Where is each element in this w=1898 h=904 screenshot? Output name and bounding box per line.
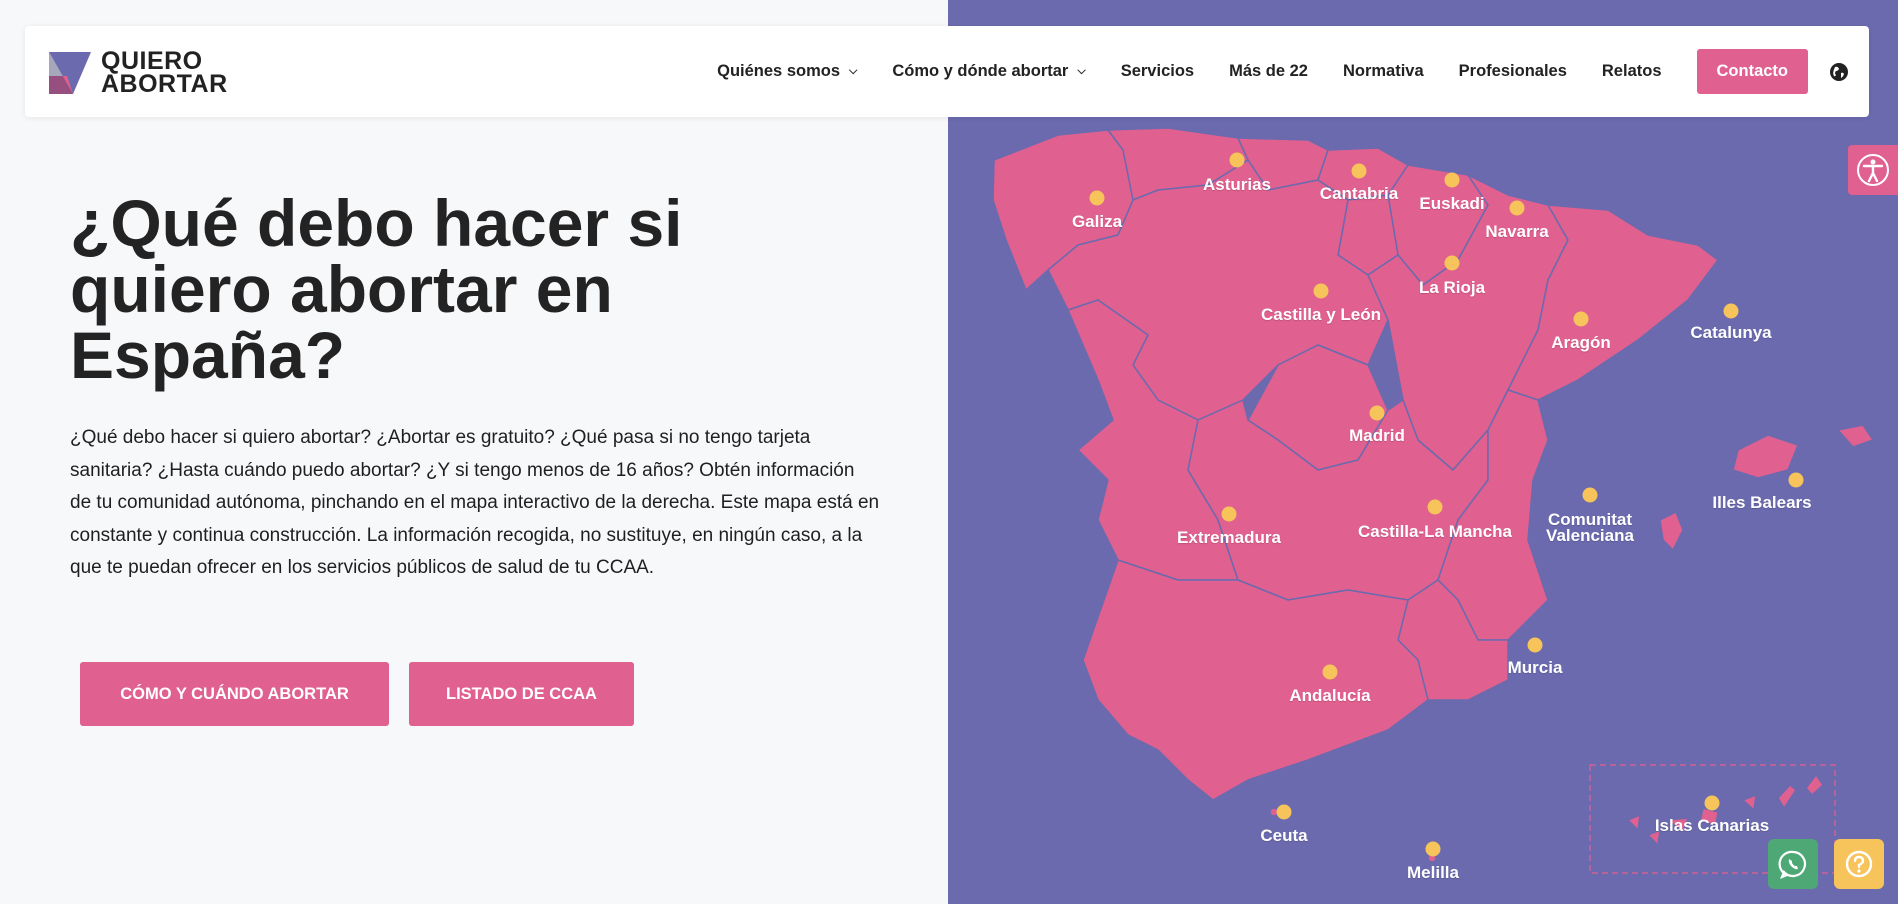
nav-label: Quiénes somos — [717, 62, 840, 80]
marker-islas-canarias[interactable] — [1704, 795, 1720, 811]
listado-de-ccaa-button[interactable]: LISTADO DE CCAA — [409, 662, 634, 726]
marker-melilla[interactable] — [1425, 841, 1441, 857]
region-label-melilla[interactable]: Melilla — [1407, 864, 1459, 881]
region-label-illes-balears[interactable]: Illes Balears — [1712, 494, 1811, 511]
marker-cantabria[interactable] — [1351, 163, 1367, 179]
nav-label: Cómo y dónde abortar — [892, 62, 1069, 80]
whatsapp-icon — [1778, 850, 1807, 879]
main-nav: Quiénes somos ⌵ Cómo y dónde abortar ⌵ S… — [717, 26, 1869, 117]
region-shape-illes-balears-ibiza[interactable] — [1659, 511, 1684, 551]
hero-description: ¿Qué debo hacer si quiero abortar? ¿Abor… — [70, 427, 880, 578]
region-label-castilla-y-leon[interactable]: Castilla y León — [1261, 306, 1381, 323]
whatsapp-button[interactable] — [1768, 839, 1818, 889]
site-header: QUIERO ABORTAR Quiénes somos ⌵ Cómo y dó… — [25, 26, 1869, 117]
map-shapes — [992, 127, 1874, 874]
region-label-aragon[interactable]: Aragón — [1551, 334, 1611, 351]
site-logo[interactable]: QUIERO ABORTAR — [49, 49, 228, 98]
region-label-comunitat-valenciana[interactable]: Comunitat Valenciana — [1540, 511, 1640, 544]
marker-ceuta[interactable] — [1276, 804, 1292, 820]
region-label-asturias[interactable]: Asturias — [1203, 176, 1271, 193]
region-label-islas-canarias[interactable]: Islas Canarias — [1655, 817, 1769, 834]
page-title: ¿Qué debo hacer si quiero abortar en Esp… — [70, 186, 683, 392]
globe-icon[interactable] — [1829, 62, 1849, 82]
region-label-extremadura[interactable]: Extremadura — [1177, 529, 1281, 546]
logo-text: QUIERO ABORTAR — [101, 49, 228, 98]
marker-euskadi[interactable] — [1444, 172, 1460, 188]
region-label-euskadi[interactable]: Euskadi — [1419, 195, 1484, 212]
contact-button[interactable]: Contacto — [1696, 49, 1808, 94]
region-label-ceuta[interactable]: Ceuta — [1260, 827, 1307, 844]
marker-castilla-y-leon[interactable] — [1313, 283, 1329, 299]
help-icon — [1845, 850, 1873, 878]
region-label-catalunya[interactable]: Catalunya — [1690, 324, 1771, 341]
nav-relatos[interactable]: Relatos — [1602, 62, 1662, 81]
marker-aragon[interactable] — [1573, 311, 1589, 327]
marker-asturias[interactable] — [1229, 152, 1245, 168]
region-label-la-rioja[interactable]: La Rioja — [1419, 279, 1485, 296]
marker-galiza[interactable] — [1089, 190, 1105, 206]
logo-mark-icon — [49, 52, 91, 94]
marker-andalucia[interactable] — [1322, 664, 1338, 680]
logo-line-2: ABORTAR — [101, 70, 228, 98]
marker-extremadura[interactable] — [1221, 506, 1237, 522]
nav-profesionales[interactable]: Profesionales — [1459, 62, 1567, 81]
marker-castilla-la-mancha[interactable] — [1427, 499, 1443, 515]
marker-comunitat-valenciana[interactable] — [1582, 487, 1598, 503]
nav-quienes-somos[interactable]: Quiénes somos ⌵ — [717, 62, 857, 81]
region-label-castilla-la-mancha[interactable]: Castilla-La Mancha — [1358, 523, 1512, 540]
help-button[interactable] — [1834, 839, 1884, 889]
nav-como-y-donde-abortar[interactable]: Cómo y dónde abortar ⌵ — [892, 62, 1085, 81]
chevron-down-icon: ⌵ — [849, 65, 858, 77]
nav-mas-de-22[interactable]: Más de 22 — [1229, 62, 1308, 81]
nav-normativa[interactable]: Normativa — [1343, 62, 1424, 81]
marker-illes-balears[interactable] — [1788, 472, 1804, 488]
marker-madrid[interactable] — [1369, 405, 1385, 421]
region-shape-illes-balears-menorca[interactable] — [1837, 424, 1874, 448]
region-label-madrid[interactable]: Madrid — [1349, 427, 1405, 444]
chevron-down-icon: ⌵ — [1077, 65, 1086, 77]
region-shape-andalucia[interactable] — [1082, 559, 1429, 801]
region-label-andalucia[interactable]: Andalucía — [1289, 687, 1370, 704]
region-label-navarra[interactable]: Navarra — [1485, 223, 1548, 240]
accessibility-icon — [1857, 154, 1889, 186]
region-label-cantabria[interactable]: Cantabria — [1320, 185, 1398, 202]
region-shape-illes-balears[interactable] — [1732, 434, 1799, 479]
marker-murcia[interactable] — [1527, 637, 1543, 653]
accessibility-button[interactable] — [1848, 145, 1898, 195]
marker-la-rioja[interactable] — [1444, 255, 1460, 271]
spain-map: Galiza Asturias Cantabria Euskadi Navarr… — [948, 0, 1898, 904]
region-label-galiza[interactable]: Galiza — [1072, 213, 1122, 230]
marker-catalunya[interactable] — [1723, 303, 1739, 319]
nav-servicios[interactable]: Servicios — [1121, 62, 1194, 81]
marker-navarra[interactable] — [1509, 200, 1525, 216]
region-label-murcia[interactable]: Murcia — [1508, 659, 1563, 676]
como-y-cuando-abortar-button[interactable]: CÓMO Y CUÁNDO ABORTAR — [80, 662, 389, 726]
